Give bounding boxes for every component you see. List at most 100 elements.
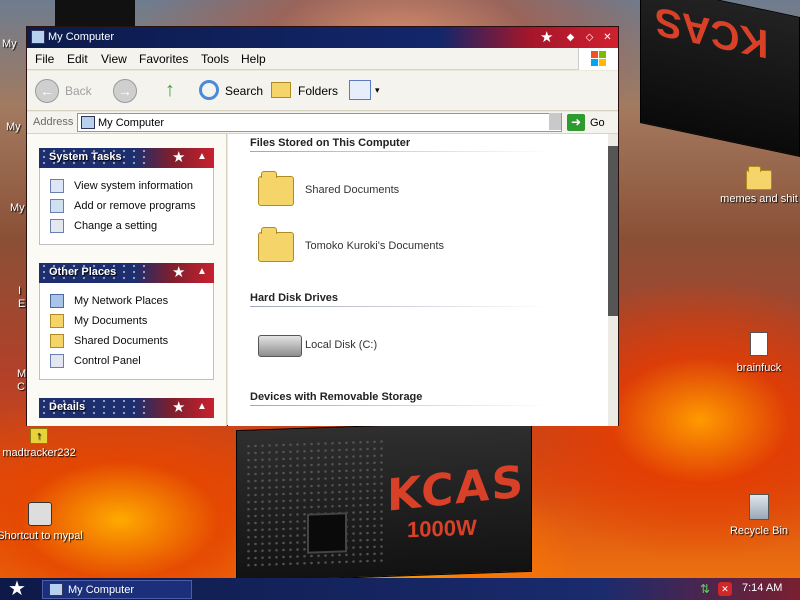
close-button[interactable]: ✕ bbox=[600, 30, 615, 45]
menu-edit[interactable]: Edit bbox=[67, 52, 88, 66]
menu-view[interactable]: View bbox=[101, 52, 127, 66]
wallpaper-brand: KCAS bbox=[387, 456, 526, 522]
vertical-scrollbar[interactable] bbox=[608, 134, 618, 426]
wallpaper-brand-top: KCAS bbox=[655, 0, 769, 67]
desktop-icon-partial-1[interactable]: My bbox=[2, 38, 17, 50]
desktop-icon-madtracker[interactable]: ↑ madtracker232 bbox=[0, 428, 84, 459]
taskbar-button-my-computer[interactable]: My Computer bbox=[42, 580, 192, 599]
chevron-up-icon[interactable]: ▲ bbox=[197, 151, 207, 162]
task-label: Change a setting bbox=[74, 220, 158, 232]
place-label: Control Panel bbox=[74, 355, 141, 367]
address-bar: Address My Computer ➜ Go bbox=[27, 112, 618, 134]
mypal-icon bbox=[28, 502, 52, 526]
drive-local-disk-c[interactable]: Local Disk (C:) bbox=[258, 327, 458, 367]
desktop-icon-label: madtracker232 bbox=[2, 447, 76, 459]
my-documents-icon bbox=[50, 314, 64, 328]
my-computer-icon bbox=[49, 583, 63, 596]
item-label: Tomoko Kuroki's Documents bbox=[305, 240, 445, 252]
scrollbar-thumb[interactable] bbox=[608, 146, 618, 316]
star-icon: ★ bbox=[172, 149, 186, 166]
desktop-icon-partial-2[interactable]: My bbox=[6, 121, 21, 133]
clock[interactable]: 7:14 AM bbox=[742, 582, 782, 594]
other-places-panel: My Network Places My Documents Shared Do… bbox=[39, 283, 214, 380]
window-titlebar[interactable]: My Computer ★ ◆ ◇ ✕ bbox=[27, 27, 618, 48]
minimize-button[interactable]: ◆ bbox=[563, 30, 578, 45]
desktop-icon-partial-7[interactable]: C bbox=[17, 381, 25, 393]
chevron-up-icon[interactable]: ▲ bbox=[197, 266, 207, 277]
shortcut-arrow-icon: ↑ bbox=[30, 428, 48, 444]
hard-drive-icon bbox=[258, 335, 302, 357]
taskbar-button-label: My Computer bbox=[68, 584, 135, 596]
other-places-header[interactable]: Other Places ★ ▲ bbox=[39, 263, 214, 283]
desktop-icon-label: brainfuck bbox=[736, 362, 782, 374]
task-label: Add or remove programs bbox=[74, 200, 196, 212]
desktop-icon-brainfuck[interactable]: brainfuck bbox=[714, 332, 800, 374]
item-label: Local Disk (C:) bbox=[305, 339, 378, 351]
section-title-hard-disks: Hard Disk Drives bbox=[250, 292, 339, 304]
my-computer-icon bbox=[81, 116, 95, 129]
system-tasks-panel: View system information Add or remove pr… bbox=[39, 168, 214, 245]
wallpaper-wattage: 1000W bbox=[407, 514, 477, 543]
go-button[interactable]: ➜ Go bbox=[567, 113, 617, 133]
desktop-icon-recycle-bin[interactable]: Recycle Bin bbox=[714, 494, 800, 537]
menu-help[interactable]: Help bbox=[241, 52, 266, 66]
star-icon: ★ bbox=[540, 29, 554, 46]
system-tasks-title: System Tasks bbox=[49, 151, 122, 163]
back-label: Back bbox=[65, 84, 92, 98]
toolbar: ← Back → ↑ Search Folders ▾ bbox=[27, 71, 618, 111]
wallpaper-psu-top-right: KCAS bbox=[640, 0, 800, 158]
section-divider bbox=[250, 405, 550, 406]
chevron-up-icon[interactable]: ▲ bbox=[197, 401, 207, 412]
up-folder-icon[interactable]: ↑ bbox=[165, 79, 185, 101]
folder-user-documents[interactable]: Tomoko Kuroki's Documents bbox=[258, 227, 478, 268]
section-title-removable: Devices with Removable Storage bbox=[250, 391, 423, 403]
menu-tools[interactable]: Tools bbox=[201, 52, 229, 66]
desktop-icon-partial-3[interactable]: My bbox=[10, 202, 25, 214]
place-label: My Documents bbox=[74, 315, 148, 327]
item-label: Shared Documents bbox=[305, 184, 400, 196]
go-arrow-icon: ➜ bbox=[567, 114, 585, 131]
desktop-icon-shortcut-mypal[interactable]: Shortcut to mypal bbox=[0, 502, 85, 542]
desktop-icon-partial-5[interactable]: E bbox=[18, 298, 25, 310]
folders-button[interactable]: Folders bbox=[298, 84, 338, 98]
desktop-icon-memes[interactable]: memes and shit bbox=[714, 166, 800, 205]
folder-icon bbox=[50, 334, 64, 348]
recycle-bin-icon bbox=[749, 494, 769, 520]
go-label: Go bbox=[590, 117, 605, 129]
address-dropdown-button[interactable] bbox=[549, 113, 561, 130]
folder-shared-documents[interactable]: Shared Documents bbox=[258, 171, 458, 212]
star-icon: ★ bbox=[172, 399, 186, 416]
desktop-icon-partial-6[interactable]: M bbox=[17, 368, 26, 380]
desktop-icon-partial-4[interactable]: I bbox=[18, 285, 21, 297]
menu-favorites[interactable]: Favorites bbox=[139, 52, 188, 66]
views-dropdown-icon[interactable]: ▾ bbox=[375, 85, 380, 96]
my-computer-icon bbox=[31, 30, 45, 44]
network-places-icon bbox=[50, 294, 64, 308]
window-title: My Computer bbox=[48, 31, 115, 43]
maximize-button[interactable]: ◇ bbox=[582, 30, 597, 45]
address-label: Address bbox=[33, 116, 74, 128]
menu-file[interactable]: File bbox=[35, 52, 54, 66]
folder-icon bbox=[258, 171, 294, 206]
safely-remove-hardware-icon[interactable]: ⇅ bbox=[700, 582, 712, 596]
content-pane: Files Stored on This Computer Shared Doc… bbox=[228, 134, 608, 426]
control-panel-icon bbox=[50, 354, 64, 368]
section-divider bbox=[250, 306, 550, 307]
system-info-icon bbox=[50, 179, 64, 193]
menu-bar: File Edit View Favorites Tools Help bbox=[27, 48, 618, 70]
start-button[interactable]: ★ bbox=[4, 578, 30, 600]
system-tasks-header[interactable]: System Tasks ★ ▲ bbox=[39, 148, 214, 168]
views-icon[interactable] bbox=[349, 80, 371, 100]
explorer-window[interactable]: My Computer ★ ◆ ◇ ✕ File Edit View Favor… bbox=[26, 26, 619, 426]
details-header[interactable]: Details ★ ▲ bbox=[39, 398, 214, 418]
forward-button[interactable]: → bbox=[113, 79, 137, 103]
desktop-icon-label: memes and shit bbox=[720, 193, 798, 205]
search-button[interactable]: Search bbox=[225, 84, 263, 98]
security-shield-icon[interactable]: ✕ bbox=[718, 582, 732, 596]
add-remove-icon bbox=[50, 199, 64, 213]
psu-power-socket bbox=[307, 512, 347, 554]
search-icon bbox=[199, 80, 219, 100]
address-field[interactable]: My Computer bbox=[77, 113, 562, 132]
section-divider bbox=[250, 151, 550, 152]
back-button[interactable]: ← bbox=[35, 79, 59, 103]
